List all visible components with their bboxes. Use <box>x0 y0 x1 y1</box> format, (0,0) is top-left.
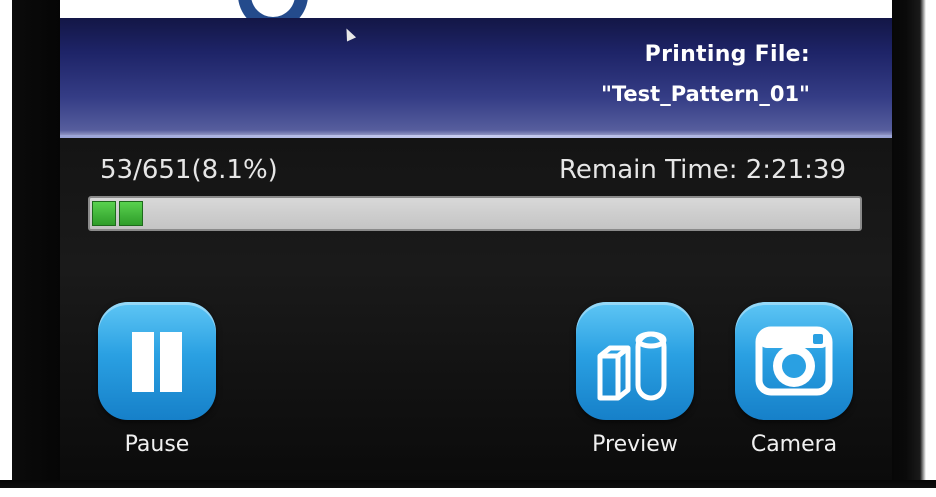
camera-button[interactable] <box>735 302 853 420</box>
printing-file-title: Printing File: <box>644 42 810 67</box>
header-bar: Printing File: "Test_Pattern_01" <box>60 18 892 135</box>
preview-button[interactable] <box>576 302 694 420</box>
remain-time-text: Remain Time: 2:21:39 <box>558 155 846 185</box>
pause-label: Pause <box>124 432 190 457</box>
camera-icon <box>755 326 833 396</box>
camera-label: Camera <box>750 432 838 457</box>
printer-screen: Printing File: "Test_Pattern_01" 53/651(… <box>60 18 892 480</box>
progress-bar-fill <box>92 201 143 226</box>
progress-block <box>119 201 143 226</box>
device-bezel-right <box>892 0 936 497</box>
header-divider <box>60 135 892 138</box>
device-bezel-left <box>0 0 60 497</box>
preview-icon <box>597 331 667 401</box>
pause-button[interactable] <box>98 302 216 420</box>
progress-bar <box>88 196 862 231</box>
layer-progress-text: 53/651(8.1%) <box>100 155 278 185</box>
printing-file-name: "Test_Pattern_01" <box>600 82 810 106</box>
device-bezel-bottom <box>0 480 936 497</box>
device-photo: Printing File: "Test_Pattern_01" 53/651(… <box>0 0 936 497</box>
cursor-icon <box>341 26 357 42</box>
progress-block <box>92 201 116 226</box>
pause-icon <box>98 302 216 420</box>
preview-label: Preview <box>592 432 678 457</box>
